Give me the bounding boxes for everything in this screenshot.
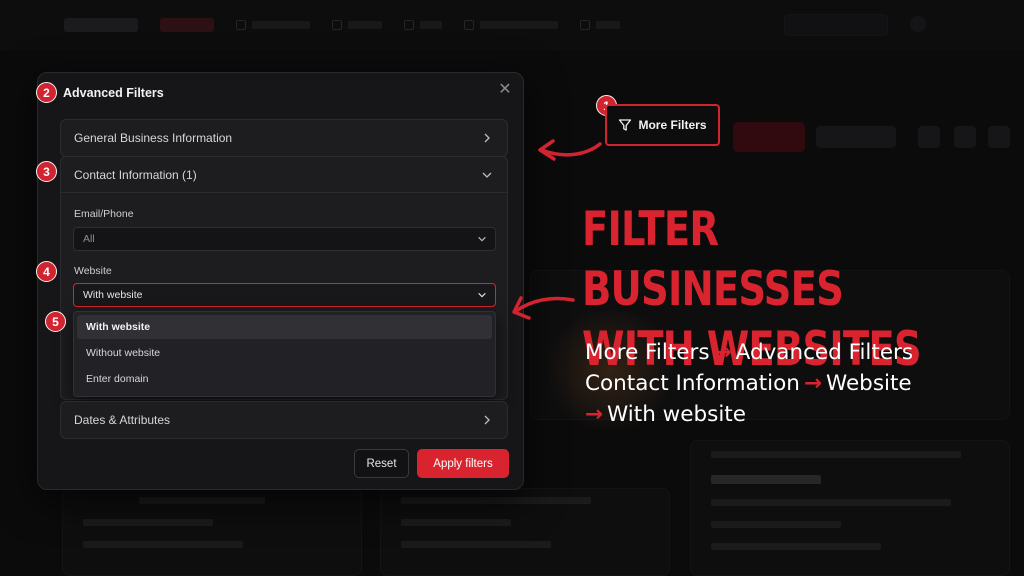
reset-button[interactable]: Reset xyxy=(354,449,409,478)
background-navbar xyxy=(0,0,1024,50)
background-logo xyxy=(64,17,138,32)
step-badge-4: 4 xyxy=(36,261,57,282)
modal-title: Advanced Filters xyxy=(63,86,164,100)
background-download-button xyxy=(816,126,896,148)
arrow-right-icon: → xyxy=(585,402,604,427)
website-dropdown-menu: With website Without website Enter domai… xyxy=(73,311,496,397)
background-nav-avatar xyxy=(910,16,926,32)
arrow-right-icon: → xyxy=(803,371,822,396)
step-badge-2: 2 xyxy=(36,82,57,103)
section-general-business-information[interactable]: General Business Information xyxy=(60,119,508,157)
background-card xyxy=(62,488,362,576)
section-label: Contact Information (1) xyxy=(74,167,197,182)
chevron-down-icon xyxy=(477,290,487,300)
dropdown-option-without-website[interactable]: Without website xyxy=(77,341,492,365)
background-nav-item xyxy=(236,19,310,30)
background-card xyxy=(380,488,670,576)
background-icon-button xyxy=(988,126,1010,148)
step-advanced-filters: Advanced Filters xyxy=(735,340,914,365)
dropdown-option-with-website[interactable]: With website xyxy=(77,315,492,339)
background-icon-button xyxy=(918,126,940,148)
background-nav-button xyxy=(784,14,888,36)
section-contact-information-header[interactable]: Contact Information (1) xyxy=(61,157,507,193)
section-dates-attributes[interactable]: Dates & Attributes xyxy=(60,401,508,439)
step-more-filters: More Filters xyxy=(585,340,710,365)
more-filters-label: More Filters xyxy=(638,118,707,132)
website-label: Website xyxy=(74,265,112,277)
background-card xyxy=(690,440,1010,576)
steps-breadcrumb: More Filters → Advanced Filters Contact In… xyxy=(585,337,1005,430)
close-icon[interactable]: ✕ xyxy=(496,81,514,99)
dropdown-option-enter-domain[interactable]: Enter domain xyxy=(77,367,492,391)
background-nav-item xyxy=(332,19,382,30)
email-phone-value: All xyxy=(83,233,95,245)
arrow-to-modal xyxy=(538,139,602,161)
email-phone-select[interactable]: All xyxy=(73,227,496,251)
advanced-filters-modal: Advanced Filters ✕ General Business Info… xyxy=(37,72,524,490)
step-with-website: With website xyxy=(607,402,746,427)
chevron-right-icon xyxy=(481,414,493,426)
filter-icon xyxy=(619,119,632,131)
arrow-right-icon: → xyxy=(713,340,732,365)
section-contact-information: Contact Information (1) Email/Phone All … xyxy=(60,156,508,400)
background-nav-item xyxy=(464,19,558,30)
step-badge-5: 5 xyxy=(45,311,66,332)
email-phone-label: Email/Phone xyxy=(74,208,134,220)
more-filters-button[interactable]: More Filters xyxy=(605,104,720,146)
website-value: With website xyxy=(83,289,143,301)
chevron-down-icon xyxy=(481,169,493,181)
step-website: Website xyxy=(825,371,912,396)
headline-line-1: Filter Businesses xyxy=(582,202,844,317)
section-label: General Business Information xyxy=(74,131,233,145)
section-label: Dates & Attributes xyxy=(74,413,171,427)
background-nav-item xyxy=(580,19,620,30)
apply-filters-button[interactable]: Apply filters xyxy=(417,449,509,478)
background-nav-item xyxy=(404,19,442,30)
step-contact-information: Contact Information xyxy=(585,371,800,396)
chevron-down-icon xyxy=(477,234,487,244)
background-icon-button xyxy=(954,126,976,148)
background-search-button xyxy=(733,122,805,152)
background-nav-active xyxy=(160,17,214,32)
website-select[interactable]: With website xyxy=(73,283,496,307)
chevron-right-icon xyxy=(481,132,493,144)
step-badge-3: 3 xyxy=(36,161,57,182)
